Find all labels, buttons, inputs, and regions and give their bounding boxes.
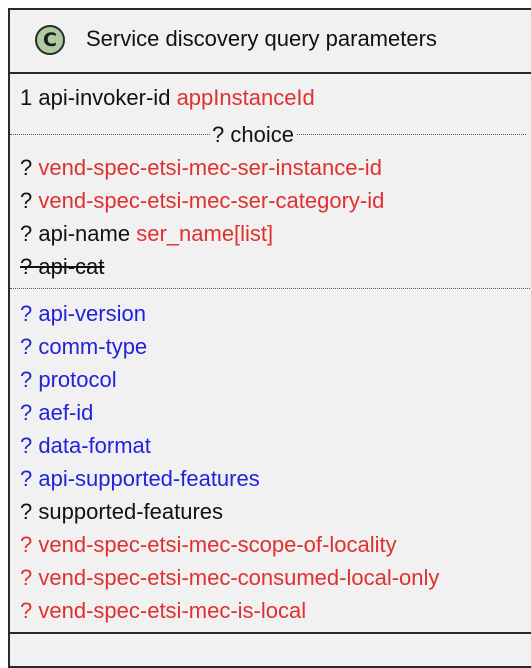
attr-ser-category-id: ? vend-spec-etsi-mec-ser-category-id — [20, 188, 384, 214]
attr-multiplicity: ? — [20, 221, 33, 246]
class-name: Service discovery query parameters — [86, 26, 437, 51]
attr-data-format: ? data-format — [20, 433, 151, 459]
attr-name: data-format — [38, 433, 151, 458]
attr-name: vend-spec-etsi-mec-consumed-local-only — [38, 565, 440, 590]
methods-section-divider — [10, 632, 531, 634]
attr-name: vend-spec-etsi-mec-ser-instance-id — [38, 155, 382, 180]
attr-multiplicity: 1 — [20, 85, 33, 110]
attr-supported-features: ? supported-features — [20, 499, 223, 525]
attr-name: protocol — [38, 367, 117, 392]
attr-multiplicity: ? — [20, 499, 33, 524]
attr-comm-type: ? comm-type — [20, 334, 147, 360]
attr-multiplicity: ? — [20, 532, 33, 557]
attr-aef-id: ? aef-id — [20, 400, 93, 426]
attr-api-name: ? api-name ser_name[list] — [20, 221, 273, 247]
attr-multiplicity: ? — [20, 433, 33, 458]
attr-api-cat-deprecated: ? api-cat — [20, 254, 105, 279]
attr-multiplicity: ? — [20, 155, 33, 180]
attr-multiplicity: ? — [20, 334, 33, 359]
attr-api-invoker-id: 1 api-invoker-id appInstanceId — [20, 85, 315, 111]
attr-multiplicity: ? — [20, 367, 33, 392]
attr-name: supported-features — [38, 499, 224, 524]
attr-is-local: ? vend-spec-etsi-mec-is-local — [20, 598, 306, 624]
attr-name: api-supported-features — [38, 466, 260, 491]
attr-name: aef-id — [38, 400, 94, 425]
attr-name: api-name — [38, 221, 131, 246]
attr-multiplicity: ? — [20, 565, 33, 590]
attr-multiplicity: ? — [20, 598, 33, 623]
attr-name: vend-spec-etsi-mec-scope-of-locality — [38, 532, 397, 557]
attr-api-supported-features: ? api-supported-features — [20, 466, 260, 492]
attr-multiplicity: ? — [20, 301, 33, 326]
attr-name: vend-spec-etsi-mec-ser-category-id — [38, 188, 385, 213]
attr-multiplicity: ? — [20, 466, 33, 491]
class-box: C Service discovery query parameters 1 a… — [8, 8, 531, 668]
attr-name: api-version — [38, 301, 146, 326]
attr-type: appInstanceId — [176, 85, 315, 110]
stereotype-letter: C — [43, 29, 57, 51]
attr-name: comm-type — [38, 334, 148, 359]
attr-protocol: ? protocol — [20, 367, 117, 393]
section-divider — [10, 288, 531, 289]
attr-name: vend-spec-etsi-mec-is-local — [38, 598, 307, 623]
class-stereotype-icon: C — [35, 25, 65, 55]
class-header: C Service discovery query parameters — [10, 10, 531, 74]
attr-consumed-local-only: ? vend-spec-etsi-mec-consumed-local-only — [20, 565, 439, 591]
choice-label: ? choice — [210, 122, 296, 148]
attr-multiplicity: ? — [20, 400, 33, 425]
attr-scope-of-locality: ? vend-spec-etsi-mec-scope-of-locality — [20, 532, 397, 558]
attr-type: ser_name[list] — [136, 221, 274, 246]
attr-name: api-invoker-id — [38, 85, 171, 110]
attr-multiplicity: ? — [20, 188, 33, 213]
choice-separator: ? choice — [10, 122, 526, 148]
attr-api-version: ? api-version — [20, 301, 146, 327]
attr-ser-instance-id: ? vend-spec-etsi-mec-ser-instance-id — [20, 155, 382, 181]
